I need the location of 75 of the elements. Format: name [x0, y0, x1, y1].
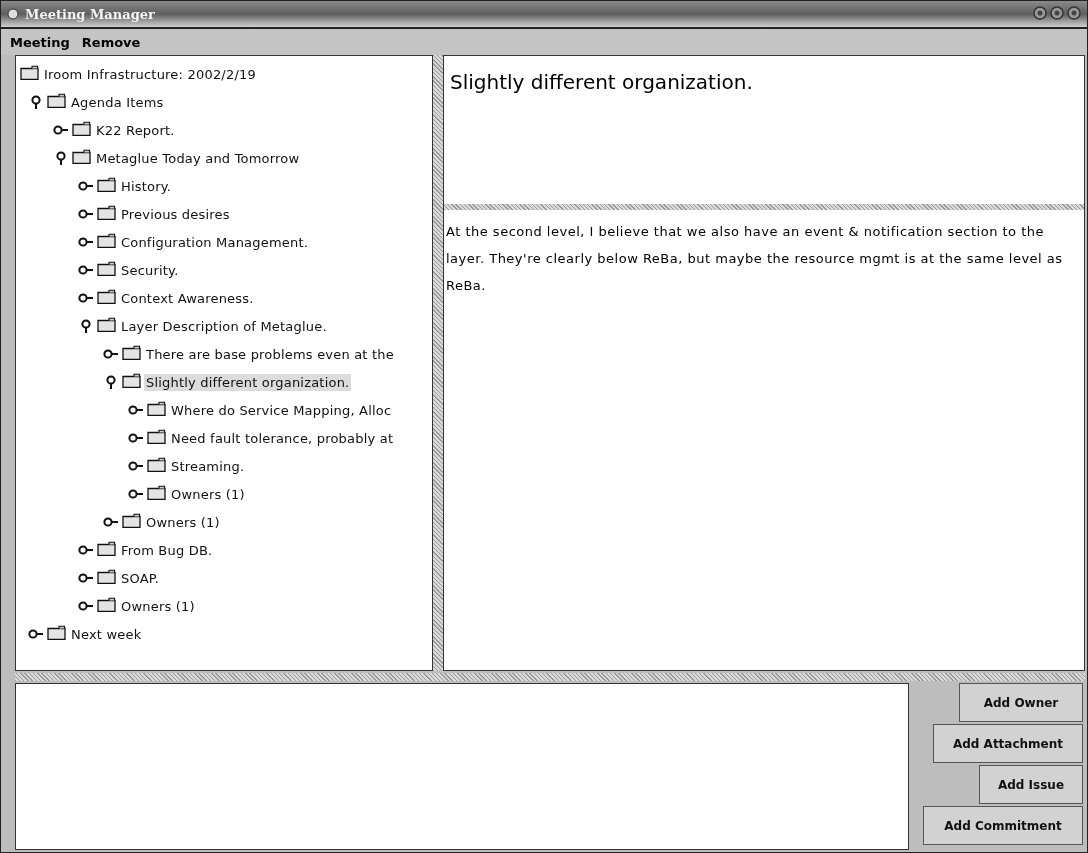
menu-item[interactable]: Meeting [9, 32, 71, 52]
tree-item[interactable]: Need fault tolerance, probably at [169, 429, 396, 447]
collapsed-handle-icon[interactable] [103, 517, 119, 527]
folder-icon [97, 288, 116, 304]
collapsed-handle-icon[interactable] [28, 629, 44, 639]
tree-item[interactable]: SOAP. [119, 569, 162, 587]
tree-item[interactable]: Owners (1) [169, 485, 247, 503]
collapsed-handle-icon[interactable] [128, 433, 144, 443]
folder-icon [97, 596, 116, 612]
tree-item[interactable]: Iroom Infrastructure: 2002/2/19 [42, 65, 258, 83]
tree-item[interactable]: Where do Service Mapping, Alloc [169, 401, 394, 419]
collapsed-handle-icon[interactable] [128, 489, 144, 499]
add-button[interactable]: Add Attachment [933, 724, 1083, 763]
expanded-handle-icon[interactable] [31, 94, 41, 110]
folder-icon [147, 484, 166, 500]
tree-item[interactable]: Metaglue Today and Tomorrow [94, 149, 302, 167]
tree-item[interactable]: Owners (1) [144, 513, 222, 531]
folder-icon [97, 260, 116, 276]
folder-icon [20, 64, 39, 80]
collapsed-handle-icon[interactable] [78, 573, 94, 583]
window-title: Meeting Manager [25, 6, 155, 22]
collapsed-handle-icon[interactable] [128, 461, 144, 471]
tree-item[interactable]: History. [119, 177, 174, 195]
tree-item[interactable]: There are base problems even at the [144, 345, 396, 363]
collapsed-handle-icon[interactable] [78, 601, 94, 611]
folder-icon [147, 428, 166, 444]
folder-icon [147, 456, 166, 472]
folder-icon [147, 400, 166, 416]
menu-item[interactable]: Remove [80, 32, 142, 52]
collapsed-handle-icon[interactable] [78, 265, 94, 275]
folder-icon [97, 316, 116, 332]
collapsed-handle-icon[interactable] [78, 545, 94, 555]
expanded-handle-icon[interactable] [56, 150, 66, 166]
tree-item[interactable]: Context Awareness. [119, 289, 256, 307]
tree-item[interactable]: Slightly different organization. [144, 373, 352, 391]
add-button[interactable]: Add Owner [959, 683, 1083, 722]
tree-item[interactable]: Owners (1) [119, 597, 197, 615]
collapsed-handle-icon[interactable] [78, 181, 94, 191]
folder-icon [97, 232, 116, 248]
tree-item[interactable]: Configuration Management. [119, 233, 311, 251]
tree-item[interactable]: Previous desires [119, 205, 232, 223]
collapsed-handle-icon[interactable] [53, 125, 69, 135]
folder-icon [122, 344, 141, 360]
item-title: Slightly different organization. [450, 70, 754, 94]
folder-icon [47, 92, 66, 108]
collapsed-handle-icon[interactable] [128, 405, 144, 415]
tree-item[interactable]: K22 Report. [94, 121, 177, 139]
item-description: At the second level, I believe that we also have an event & notification section to the layer. They're clearly below ReBa, but maybe the resource mgmt is at the same level as ReBa. [445, 223, 1064, 295]
window-menu-icon[interactable] [7, 8, 19, 20]
close-icon[interactable] [1067, 5, 1081, 20]
tree-item[interactable]: Layer Description of Metaglue. [119, 317, 329, 335]
add-button[interactable]: Add Issue [979, 765, 1083, 804]
folder-icon [47, 624, 66, 640]
tree-item[interactable]: Next week [69, 625, 144, 643]
expanded-handle-icon[interactable] [106, 374, 116, 390]
add-button[interactable]: Add Commitment [923, 806, 1083, 845]
folder-icon [97, 568, 116, 584]
minimize-icon[interactable] [1033, 5, 1047, 20]
tree-item[interactable]: From Bug DB. [119, 541, 215, 559]
expanded-handle-icon[interactable] [81, 318, 91, 334]
folder-icon [122, 512, 141, 528]
collapsed-handle-icon[interactable] [78, 237, 94, 247]
folder-icon [122, 372, 141, 388]
collapsed-handle-icon[interactable] [78, 293, 94, 303]
folder-icon [97, 540, 116, 556]
maximize-icon[interactable] [1050, 5, 1064, 20]
folder-icon [97, 204, 116, 220]
folder-icon [72, 148, 91, 164]
folder-icon [72, 120, 91, 136]
tree-item[interactable]: Security. [119, 261, 181, 279]
tree-item[interactable]: Streaming. [169, 457, 247, 475]
collapsed-handle-icon[interactable] [103, 349, 119, 359]
tree-item[interactable]: Agenda Items [69, 93, 166, 111]
collapsed-handle-icon[interactable] [78, 209, 94, 219]
folder-icon [97, 176, 116, 192]
